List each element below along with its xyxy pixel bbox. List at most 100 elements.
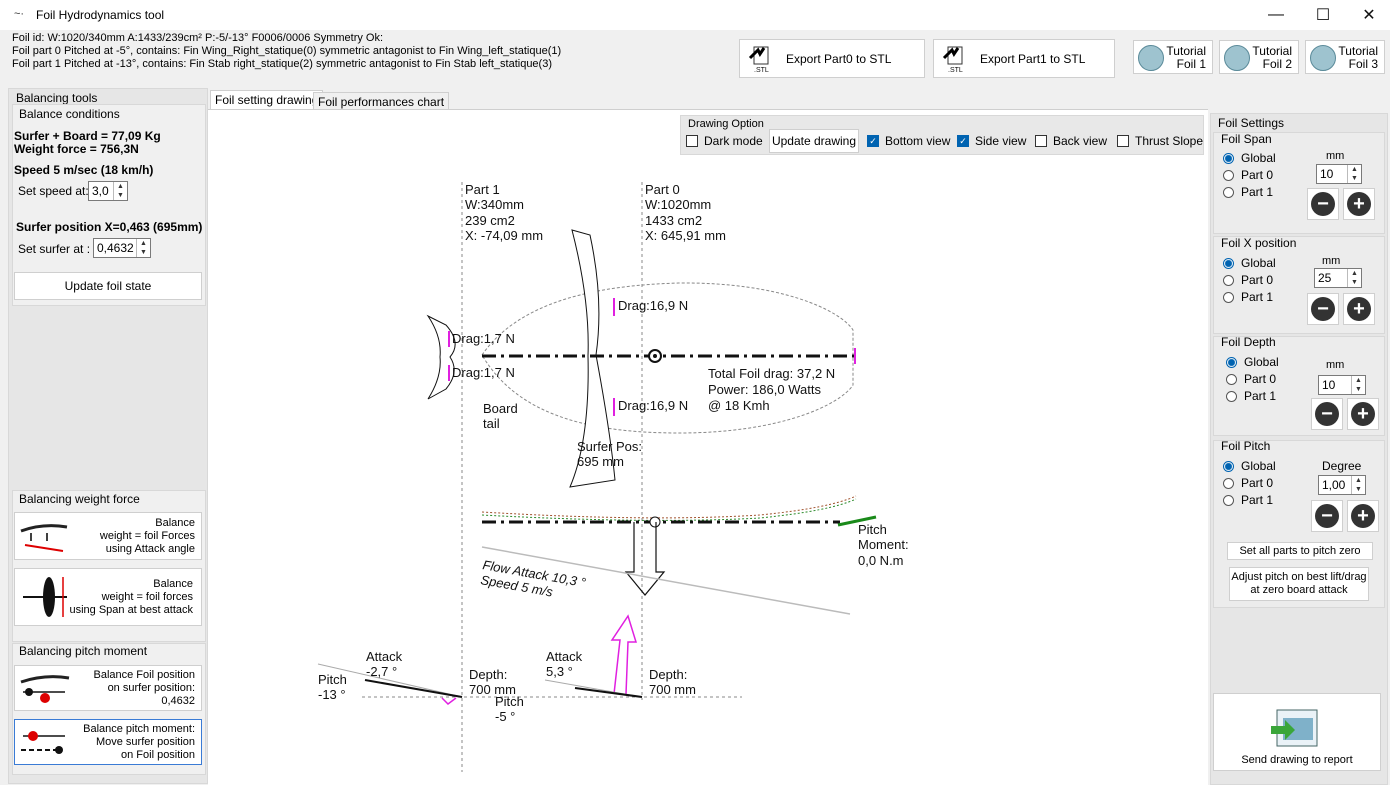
x-stepper[interactable]: 25 ▲ ▼ (1314, 268, 1362, 288)
pitch-moment-label2: Moment: (858, 537, 909, 552)
pitch-moment-value: 0,0 N.m (858, 553, 904, 568)
pitch-unit: Degree (1322, 459, 1362, 473)
drag-stab-top: Drag:1,7 N (452, 331, 515, 346)
close-button[interactable]: ✕ (1346, 0, 1390, 30)
stabilizer-outline (426, 314, 456, 400)
radio-selected-icon (1223, 460, 1234, 472)
down-arrow-icon: ▼ (1351, 175, 1358, 182)
span-minus-button[interactable]: − (1307, 188, 1339, 220)
x-radio-part1[interactable]: Part 1 (1223, 290, 1273, 304)
pitch-stab-label: Pitch (318, 672, 347, 687)
drag-wing-bottom: Drag:16,9 N (618, 398, 688, 413)
up-arrow-icon: ▲ (1351, 270, 1358, 277)
minimize-button[interactable]: — (1253, 0, 1299, 30)
down-arrow-icon: ▼ (1355, 386, 1362, 393)
pitch-radio-part0[interactable]: Part 0 (1223, 476, 1273, 490)
set-pitch-zero-button[interactable]: Set all parts to pitch zero (1227, 542, 1373, 560)
x-unit: mm (1322, 255, 1341, 267)
attack-wing-label: Attack (546, 649, 583, 664)
foil-drawing: Part 1 W:340mm 239 cm2 X: -74,09 mm Part… (317, 182, 909, 772)
minus-icon: − (1315, 504, 1339, 528)
attack-stab-label: Attack (366, 649, 403, 664)
pitch-wing-label: Pitch (495, 694, 524, 709)
pitch-radio-part1[interactable]: Part 1 (1223, 493, 1273, 507)
pitch-stepper[interactable]: 1,00 ▲ ▼ (1318, 475, 1366, 495)
radio-selected-icon (1226, 356, 1237, 368)
x-radio-global[interactable]: Global (1223, 256, 1276, 270)
part0-width: W:1020mm (645, 197, 711, 212)
radio-selected-icon (1223, 152, 1234, 164)
board-tail-label: Board (483, 401, 518, 416)
depth-plus-button[interactable]: + (1347, 398, 1379, 430)
adjust-pitch-button[interactable]: Adjust pitch on best lift/drag at zero bo… (1229, 567, 1369, 601)
down-arrow-icon: ▼ (1355, 486, 1362, 493)
drag-stab-bottom: Drag:1,7 N (452, 365, 515, 380)
foil-depth-title: Foil Depth (1221, 335, 1276, 349)
wing-profile (574, 687, 643, 698)
depth-minus-button[interactable]: − (1311, 398, 1343, 430)
radio-icon (1223, 291, 1234, 303)
span-unit: mm (1326, 150, 1345, 162)
weight-arrow (624, 522, 666, 596)
part1-area: 239 cm2 (465, 213, 515, 228)
up-arrow-icon: ▲ (1355, 377, 1362, 384)
radio-icon (1223, 186, 1234, 198)
up-arrow-icon: ▲ (1351, 166, 1358, 173)
pitch-plus-button[interactable]: + (1347, 500, 1379, 532)
tutorial-foil-3-button[interactable]: Tutorial Foil 3 (1305, 40, 1385, 74)
maximize-button[interactable]: ☐ (1300, 0, 1346, 30)
stab-profile (364, 679, 463, 698)
span-radio-part1[interactable]: Part 1 (1223, 185, 1273, 199)
x-plus-button[interactable]: + (1343, 293, 1375, 325)
span-stepper[interactable]: 10 ▲ ▼ (1316, 164, 1362, 184)
depth-radio-global[interactable]: Global (1226, 355, 1279, 369)
plus-icon: + (1351, 504, 1375, 528)
part1-x: X: -74,09 mm (465, 228, 543, 243)
surfer-pos-label: Surfer Pos: (577, 439, 642, 454)
minus-icon: − (1315, 402, 1339, 426)
radio-selected-icon (1223, 257, 1234, 269)
pitch-wing-value: -5 ° (495, 709, 515, 724)
tutorial-foil-2-button[interactable]: Tutorial Foil 2 (1219, 40, 1299, 74)
part1-label: Part 1 (465, 182, 500, 197)
radio-icon (1226, 390, 1237, 402)
send-drawing-to-report-button[interactable]: Send drawing to report (1213, 693, 1381, 771)
minus-icon: − (1311, 297, 1335, 321)
down-arrow-icon: ▼ (1351, 279, 1358, 286)
x-radio-part0[interactable]: Part 0 (1223, 273, 1273, 287)
plus-icon: + (1347, 297, 1371, 321)
foil-settings-title: Foil Settings (1218, 116, 1285, 130)
board-tail-label2: tail (483, 416, 500, 431)
part0-x: X: 645,91 mm (645, 228, 726, 243)
part0-label: Part 0 (645, 182, 680, 197)
radio-icon (1223, 169, 1234, 181)
pitch-minus-button[interactable]: − (1311, 500, 1343, 532)
span-plus-button[interactable]: + (1343, 188, 1375, 220)
drag-wing-top: Drag:16,9 N (618, 298, 688, 313)
total-speed: @ 18 Kmh (708, 398, 770, 413)
radio-icon (1223, 477, 1234, 489)
total-drag: Total Foil drag: 37,2 N (708, 366, 835, 381)
foil-pitch-title: Foil Pitch (1221, 439, 1271, 453)
attack-wing-value: 5,3 ° (546, 664, 573, 679)
lift-arrow (610, 614, 638, 695)
board-side-profile (481, 495, 857, 519)
tutorial-icon (1224, 45, 1250, 71)
depth-radio-part1[interactable]: Part 1 (1226, 389, 1276, 403)
surfer-pos-value: 695 mm (577, 454, 624, 469)
x-minus-button[interactable]: − (1307, 293, 1339, 325)
up-arrow-icon: ▲ (1355, 477, 1362, 484)
depth-wing-value: 700 mm (649, 682, 696, 697)
radio-icon (1226, 373, 1237, 385)
depth-stepper[interactable]: 10 ▲ ▼ (1318, 375, 1366, 395)
depth-radio-part0[interactable]: Part 0 (1226, 372, 1276, 386)
attack-stab-value: -2,7 ° (366, 664, 397, 679)
pitch-moment-label: Pitch (858, 522, 887, 537)
part1-width: W:340mm (465, 197, 524, 212)
span-radio-part0[interactable]: Part 0 (1223, 168, 1273, 182)
foil-x-title: Foil X position (1221, 236, 1297, 250)
pitch-radio-global[interactable]: Global (1223, 459, 1276, 473)
plus-icon: + (1351, 402, 1375, 426)
span-radio-global[interactable]: Global (1223, 151, 1276, 165)
plus-icon: + (1347, 192, 1371, 216)
